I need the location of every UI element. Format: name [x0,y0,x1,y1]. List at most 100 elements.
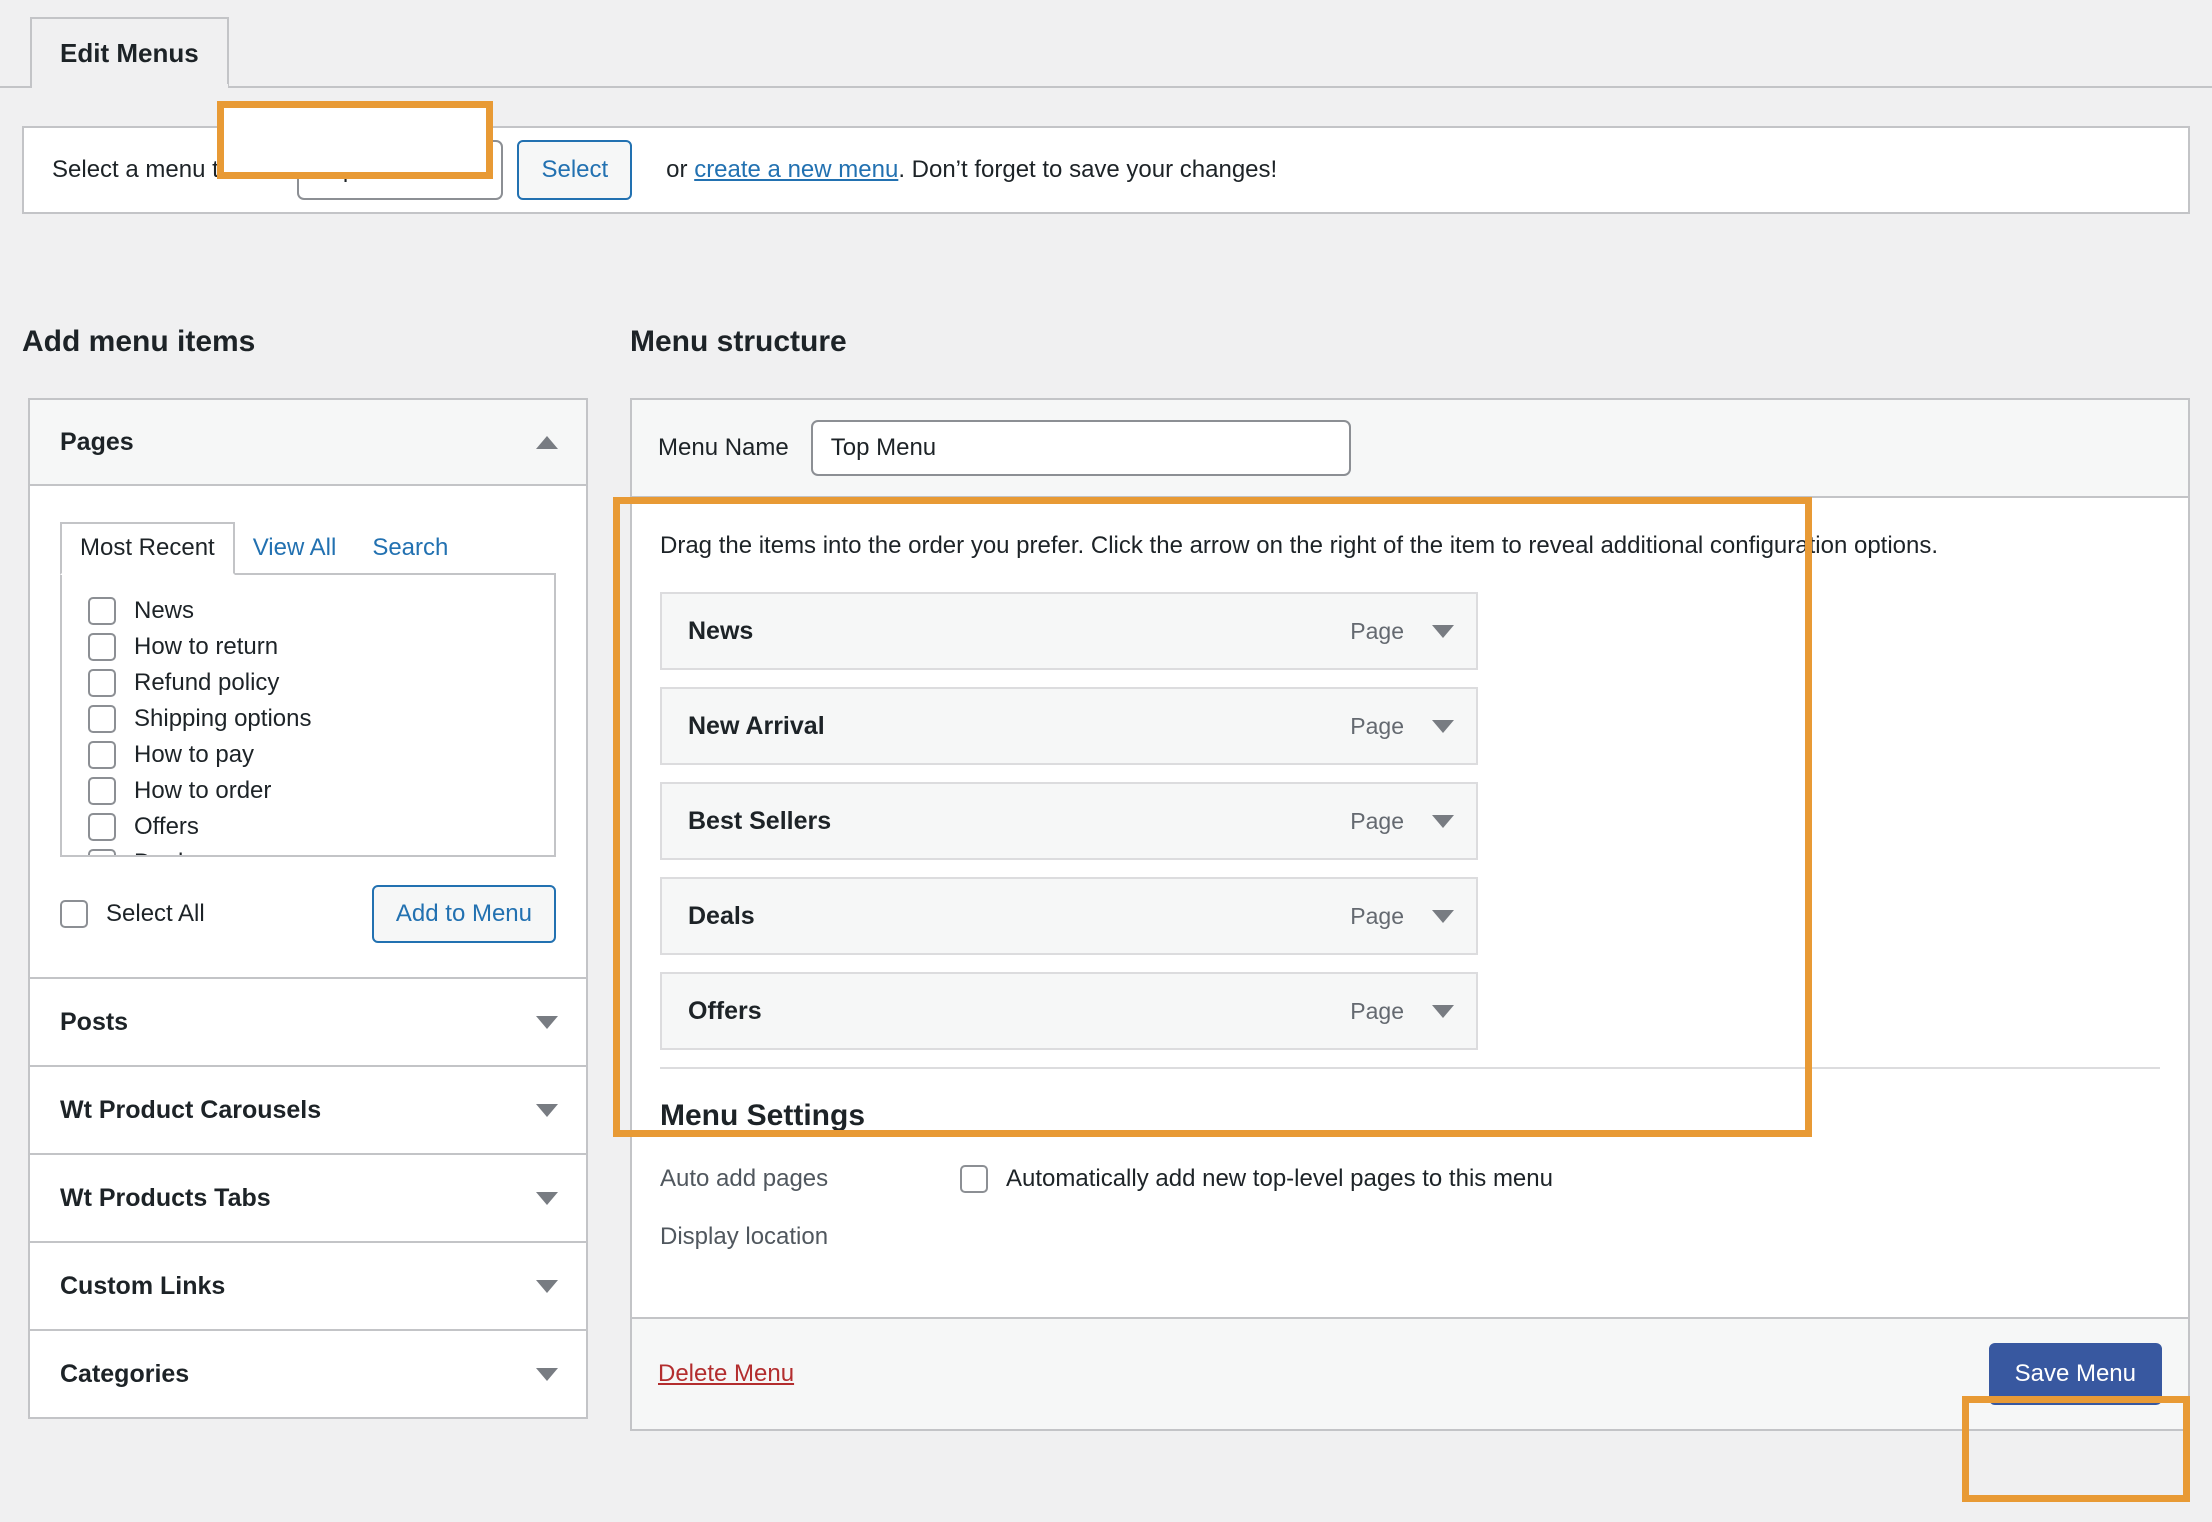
tab-edit-menus-label: Edit Menus [60,38,199,68]
accordion-categories-header[interactable]: Categories [30,1331,586,1417]
list-item-label: Shipping options [134,705,312,732]
add-menu-items-panel: Pages Most Recent View All Search News H… [28,398,588,1419]
table-row[interactable]: Deals Page [660,877,1478,955]
chevron-down-icon[interactable] [536,1103,558,1117]
display-location-label: Display location [660,1223,829,1250]
chevron-down-icon[interactable] [1432,814,1454,828]
menu-item-meta: Page [1350,713,1454,740]
checkbox-select-all[interactable] [60,900,88,928]
menu-item-meta: Page [1350,903,1454,930]
accordion-categories-title: Categories [60,1359,190,1388]
chevron-down-icon[interactable] [1432,719,1454,733]
list-item[interactable]: Deals [62,845,554,855]
menu-item-title: Deals [688,901,755,930]
checkbox-page-offers[interactable] [88,813,116,841]
accordion-posts-header[interactable]: Posts [30,979,586,1065]
table-row[interactable]: Best Sellers Page [660,782,1478,860]
add-to-menu-button[interactable]: Add to Menu [371,885,556,943]
list-item-label: How to pay [134,741,255,768]
auto-add-pages-checkbox-label: Automatically add new top-level pages to… [1006,1165,1553,1192]
menu-item-type: Page [1350,997,1404,1024]
accordion-posts-title: Posts [60,1007,129,1036]
chevron-down-icon[interactable] [1432,1004,1454,1018]
select-highlight-backdrop [224,108,486,172]
accordion-pages-header[interactable]: Pages [30,400,586,486]
list-item[interactable]: Refund policy [62,665,554,701]
menu-item-title: New Arrival [688,711,825,740]
checkbox-page-shipping-options[interactable] [88,705,116,733]
menu-item-type: Page [1350,617,1404,644]
checkbox-page-news[interactable] [88,597,116,625]
checkbox-page-deals[interactable] [88,849,116,855]
list-item[interactable]: How to order [62,773,554,809]
accordion-wt-product-carousels: Wt Product Carousels [28,1065,588,1153]
accordion-wt-products-tabs-title: Wt Products Tabs [60,1183,271,1212]
accordion-custom-links-header[interactable]: Custom Links [30,1243,586,1329]
tab-active-underline-cover [32,84,228,89]
select-button[interactable]: Select [517,140,633,200]
menu-structure-body: Drag the items into the order you prefer… [632,498,2188,1069]
accordion-wt-product-carousels-title: Wt Product Carousels [60,1095,322,1124]
delete-menu-link[interactable]: Delete Menu [658,1360,794,1388]
menu-item-title: News [688,616,754,645]
menu-item-meta: Page [1350,998,1454,1025]
menu-item-title: Best Sellers [688,806,832,835]
chevron-down-icon[interactable] [536,1279,558,1293]
checkbox-page-refund-policy[interactable] [88,669,116,697]
menu-name-input[interactable]: Top Menu [810,420,1351,476]
checkbox-page-how-to-pay[interactable] [88,741,116,769]
tab-most-recent[interactable]: Most Recent [60,522,235,575]
save-menu-button[interactable]: Save Menu [1988,1343,2162,1405]
create-menu-hint-prefix: or [666,156,695,183]
accordion-pages: Pages Most Recent View All Search News H… [28,398,588,977]
list-item[interactable]: How to pay [62,737,554,773]
list-item[interactable]: How to return [62,629,554,665]
create-menu-hint-suffix: . Don’t forget to save your changes! [898,156,1278,183]
save-menu-button-label: Save Menu [2014,1360,2136,1387]
checkbox-page-how-to-return[interactable] [88,633,116,661]
chevron-down-icon[interactable] [536,1367,558,1381]
create-new-menu-link[interactable]: create a new menu [694,156,898,183]
auto-add-pages-control[interactable]: Automatically add new top-level pages to… [960,1165,1553,1193]
table-row[interactable]: Offers Page [660,972,1478,1050]
checkbox-page-how-to-order[interactable] [88,777,116,805]
menu-settings-heading: Menu Settings [660,1099,866,1132]
accordion-custom-links-title: Custom Links [60,1271,226,1300]
table-row[interactable]: News Page [660,592,1478,670]
tab-view-all[interactable]: View All [235,524,355,573]
auto-add-pages-label: Auto add pages [660,1165,829,1192]
create-menu-hint: or create a new menu. Don’t forget to sa… [666,156,1277,184]
tab-search[interactable]: Search [354,524,466,573]
table-row[interactable]: New Arrival Page [660,687,1478,765]
menu-item-meta: Page [1350,808,1454,835]
chevron-down-icon[interactable] [536,1191,558,1205]
chevron-down-icon[interactable] [1432,624,1454,638]
list-item-label: How to return [134,633,279,660]
list-item-label: Offers [134,813,199,840]
pages-tab-list: Most Recent View All Search [60,522,556,575]
auto-add-pages-row: Auto add pages Automatically add new top… [660,1165,2160,1193]
accordion-wt-products-tabs: Wt Products Tabs [28,1153,588,1241]
add-to-menu-button-label: Add to Menu [395,900,532,927]
menu-item-meta: Page [1350,618,1454,645]
list-item[interactable]: News [62,593,554,629]
menu-item-type: Page [1350,902,1404,929]
tab-view-all-label: View All [252,534,337,561]
list-item[interactable]: Offers [62,809,554,845]
chevron-down-icon[interactable] [1432,909,1454,923]
select-all-group[interactable]: Select All [60,900,205,928]
accordion-categories: Categories [28,1329,588,1419]
list-item-label: Deals [134,849,195,855]
menu-structure-heading: Menu structure [630,325,847,358]
menu-structure-panel: Menu Name Top Menu Drag the items into t… [630,398,2190,1431]
accordion-wt-product-carousels-header[interactable]: Wt Product Carousels [30,1067,586,1153]
accordion-wt-products-tabs-header[interactable]: Wt Products Tabs [30,1155,586,1241]
accordion-pages-body: Most Recent View All Search News How to … [30,486,586,977]
menu-footer-bar: Delete Menu Save Menu [632,1317,2188,1429]
menu-item-title: Offers [688,996,762,1025]
list-item[interactable]: Shipping options [62,701,554,737]
chevron-down-icon[interactable] [536,1015,558,1029]
tab-edit-menus[interactable]: Edit Menus [30,17,229,88]
chevron-up-icon[interactable] [536,435,558,449]
checkbox-auto-add-pages[interactable] [960,1165,988,1193]
